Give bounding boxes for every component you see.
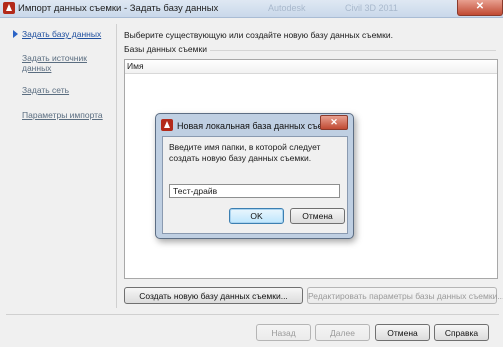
nav-divider (116, 24, 117, 308)
civil3d-app-icon (161, 119, 173, 131)
dialog-body: Введите имя папки, в которой следует соз… (162, 136, 348, 234)
column-header-name[interactable]: Имя (125, 60, 497, 74)
window-title: Импорт данных съемки - Задать базу данны… (18, 3, 219, 14)
window-close-button[interactable]: ✕ (457, 0, 503, 16)
new-database-dialog[interactable]: Новая локальная база данных съе... ✕ Вве… (155, 113, 354, 239)
current-step-arrow-icon (13, 30, 18, 38)
group-label: Базы данных съемки (124, 44, 207, 54)
background-title-text: Civil 3D 2011 (345, 3, 398, 13)
nav-item-set-data-source[interactable]: Задать источник данных (22, 53, 102, 73)
dialog-cancel-button[interactable]: Отмена (290, 208, 345, 224)
civil3d-app-icon (3, 2, 15, 14)
nav-item-set-network[interactable]: Задать сеть (22, 85, 69, 95)
dialog-message: Введите имя папки, в которой следует соз… (169, 142, 321, 163)
create-database-button[interactable]: Создать новую базу данных съемки... (124, 287, 303, 304)
edit-database-settings-button[interactable]: Редактировать параметры базы данных съем… (307, 287, 503, 304)
background-title-text: Autodesk (268, 3, 306, 13)
nav-item-import-options[interactable]: Параметры импорта (22, 110, 103, 120)
back-button[interactable]: Назад (256, 324, 311, 341)
folder-name-input[interactable]: Тест-драйв (169, 184, 340, 198)
nav-item-set-database[interactable]: Задать базу данных (22, 29, 101, 39)
dialog-title: Новая локальная база данных съе... (177, 121, 331, 131)
intro-text: Выберите существующую или создайте новую… (124, 30, 393, 40)
next-button[interactable]: Далее (315, 324, 370, 341)
dialog-close-button[interactable]: ✕ (320, 115, 348, 130)
group-divider (210, 50, 496, 51)
footer-divider (6, 314, 499, 315)
window-title-bar[interactable]: Импорт данных съемки - Задать базу данны… (0, 0, 503, 18)
help-button[interactable]: Справка (434, 324, 489, 341)
dialog-ok-button[interactable]: OK (229, 208, 284, 224)
cancel-button[interactable]: Отмена (375, 324, 430, 341)
wizard-steps-nav: Задать базу данных Задать источник данны… (0, 18, 116, 308)
